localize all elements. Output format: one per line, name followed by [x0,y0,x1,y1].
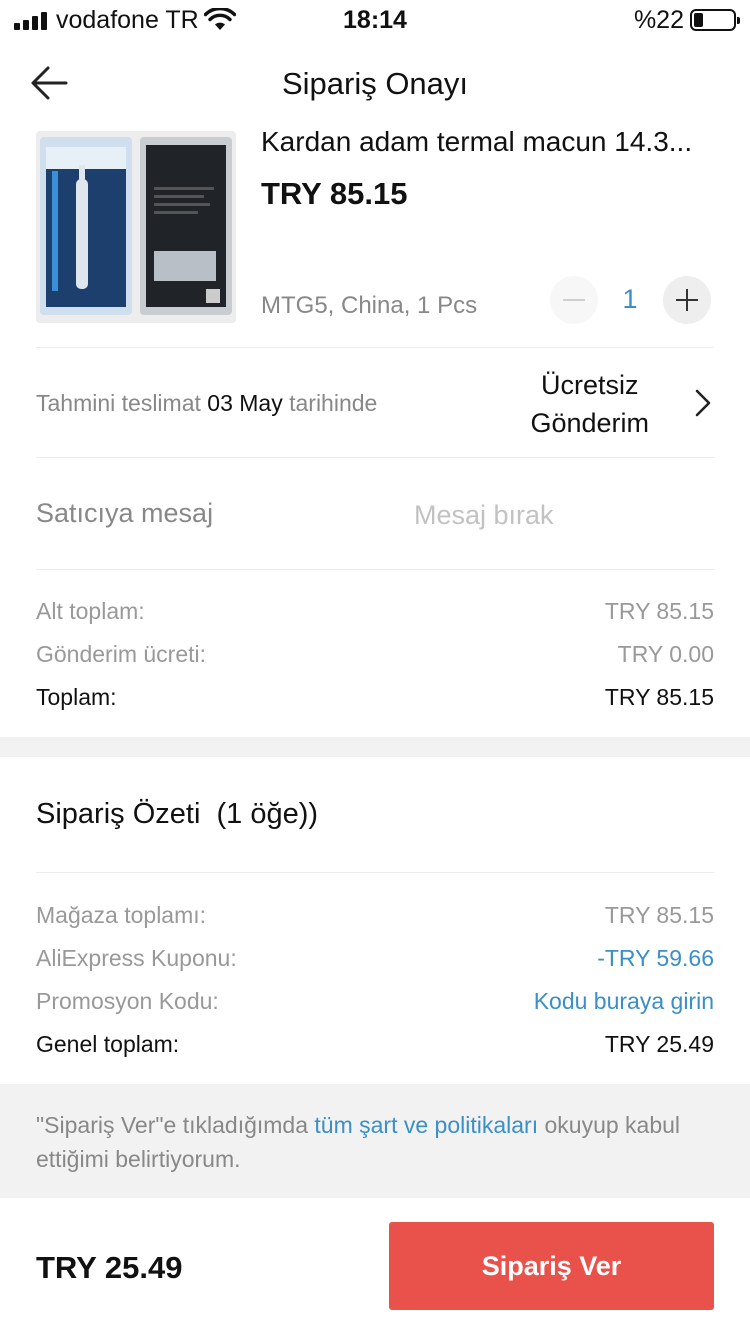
store-total-value: TRY 85.15 [604,902,714,928]
shipping-method: Ücretsiz Gönderim [530,370,649,438]
product-title[interactable]: Kardan adam termal macun 14.3... [261,126,721,158]
product-price: TRY 85.15 [261,176,408,211]
place-order-button[interactable]: Sipariş Ver [389,1222,714,1310]
page-title: Sipariş Onayı [281,66,469,101]
bottom-total: TRY 25.49 [36,1250,183,1285]
shipping-fee-row: Gönderim ücreti: TRY 0.00 [36,641,714,673]
header: Sipariş Onayı [0,40,750,130]
divider [36,569,714,570]
chevron-right-icon [695,389,711,417]
status-bar: vodafone TR 18:14 %22 [0,0,750,40]
order-summary-title: Sipariş Özeti (1 öğe)) [36,798,319,830]
terms-notice: "Sipariş Ver"e tıkladığımda tüm şart ve … [0,1084,750,1198]
subtotal-value: TRY 85.15 [604,598,714,624]
total-row: Toplam: TRY 85.15 [36,684,714,716]
total-value: TRY 85.15 [604,684,714,710]
grand-total-value: TRY 25.49 [604,1031,714,1057]
total-label: Toplam: [36,684,117,710]
store-total-label: Mağaza toplamı: [36,902,207,928]
bottom-bar: TRY 25.49 Sipariş Ver [0,1198,750,1334]
estimated-delivery: Tahmini teslimat 03 May tarihinde [36,390,378,416]
terms-link[interactable]: tüm şart ve politikaları [314,1112,538,1138]
grand-total-label: Genel toplam: [36,1031,180,1057]
promo-code-link[interactable]: Kodu buraya girin [534,988,714,1015]
coupon-label: AliExpress Kuponu: [36,945,237,971]
promo-code-label: Promosyon Kodu: [36,988,219,1014]
quantity-value: 1 [622,284,638,314]
terms-text: "Sipariş Ver"e tıkladığımda tüm şart ve … [36,1112,681,1172]
product-image[interactable] [36,131,236,323]
divider [36,872,714,873]
quantity-decrease-button[interactable] [550,276,598,324]
delivery-date: 03 May [207,390,283,416]
coupon-row[interactable]: AliExpress Kuponu: -TRY 59.66 [36,945,714,977]
delivery-row[interactable]: Tahmini teslimat 03 May tarihinde Ücrets… [0,348,750,456]
shipping-fee-label: Gönderim ücreti: [36,641,207,667]
section-separator [0,737,750,757]
promo-code-row[interactable]: Promosyon Kodu: Kodu buraya girin [36,988,714,1020]
divider [36,457,714,458]
battery-percent: %22 [633,6,684,34]
subtotal-row: Alt toplam: TRY 85.15 [36,598,714,630]
shipping-fee-value: TRY 0.00 [617,641,714,667]
seller-message-input[interactable] [414,494,714,536]
seller-message-label: Satıcıya mesaj [36,498,214,528]
coupon-value[interactable]: -TRY 59.66 [597,945,714,972]
product-variant: MTG5, China, 1 Pcs [261,292,478,319]
store-total-row: Mağaza toplamı: TRY 85.15 [36,902,714,934]
grand-total-row: Genel toplam: TRY 25.49 [36,1031,714,1063]
quantity-increase-button[interactable] [663,276,711,324]
battery-icon [690,9,740,31]
subtotal-label: Alt toplam: [36,598,145,624]
